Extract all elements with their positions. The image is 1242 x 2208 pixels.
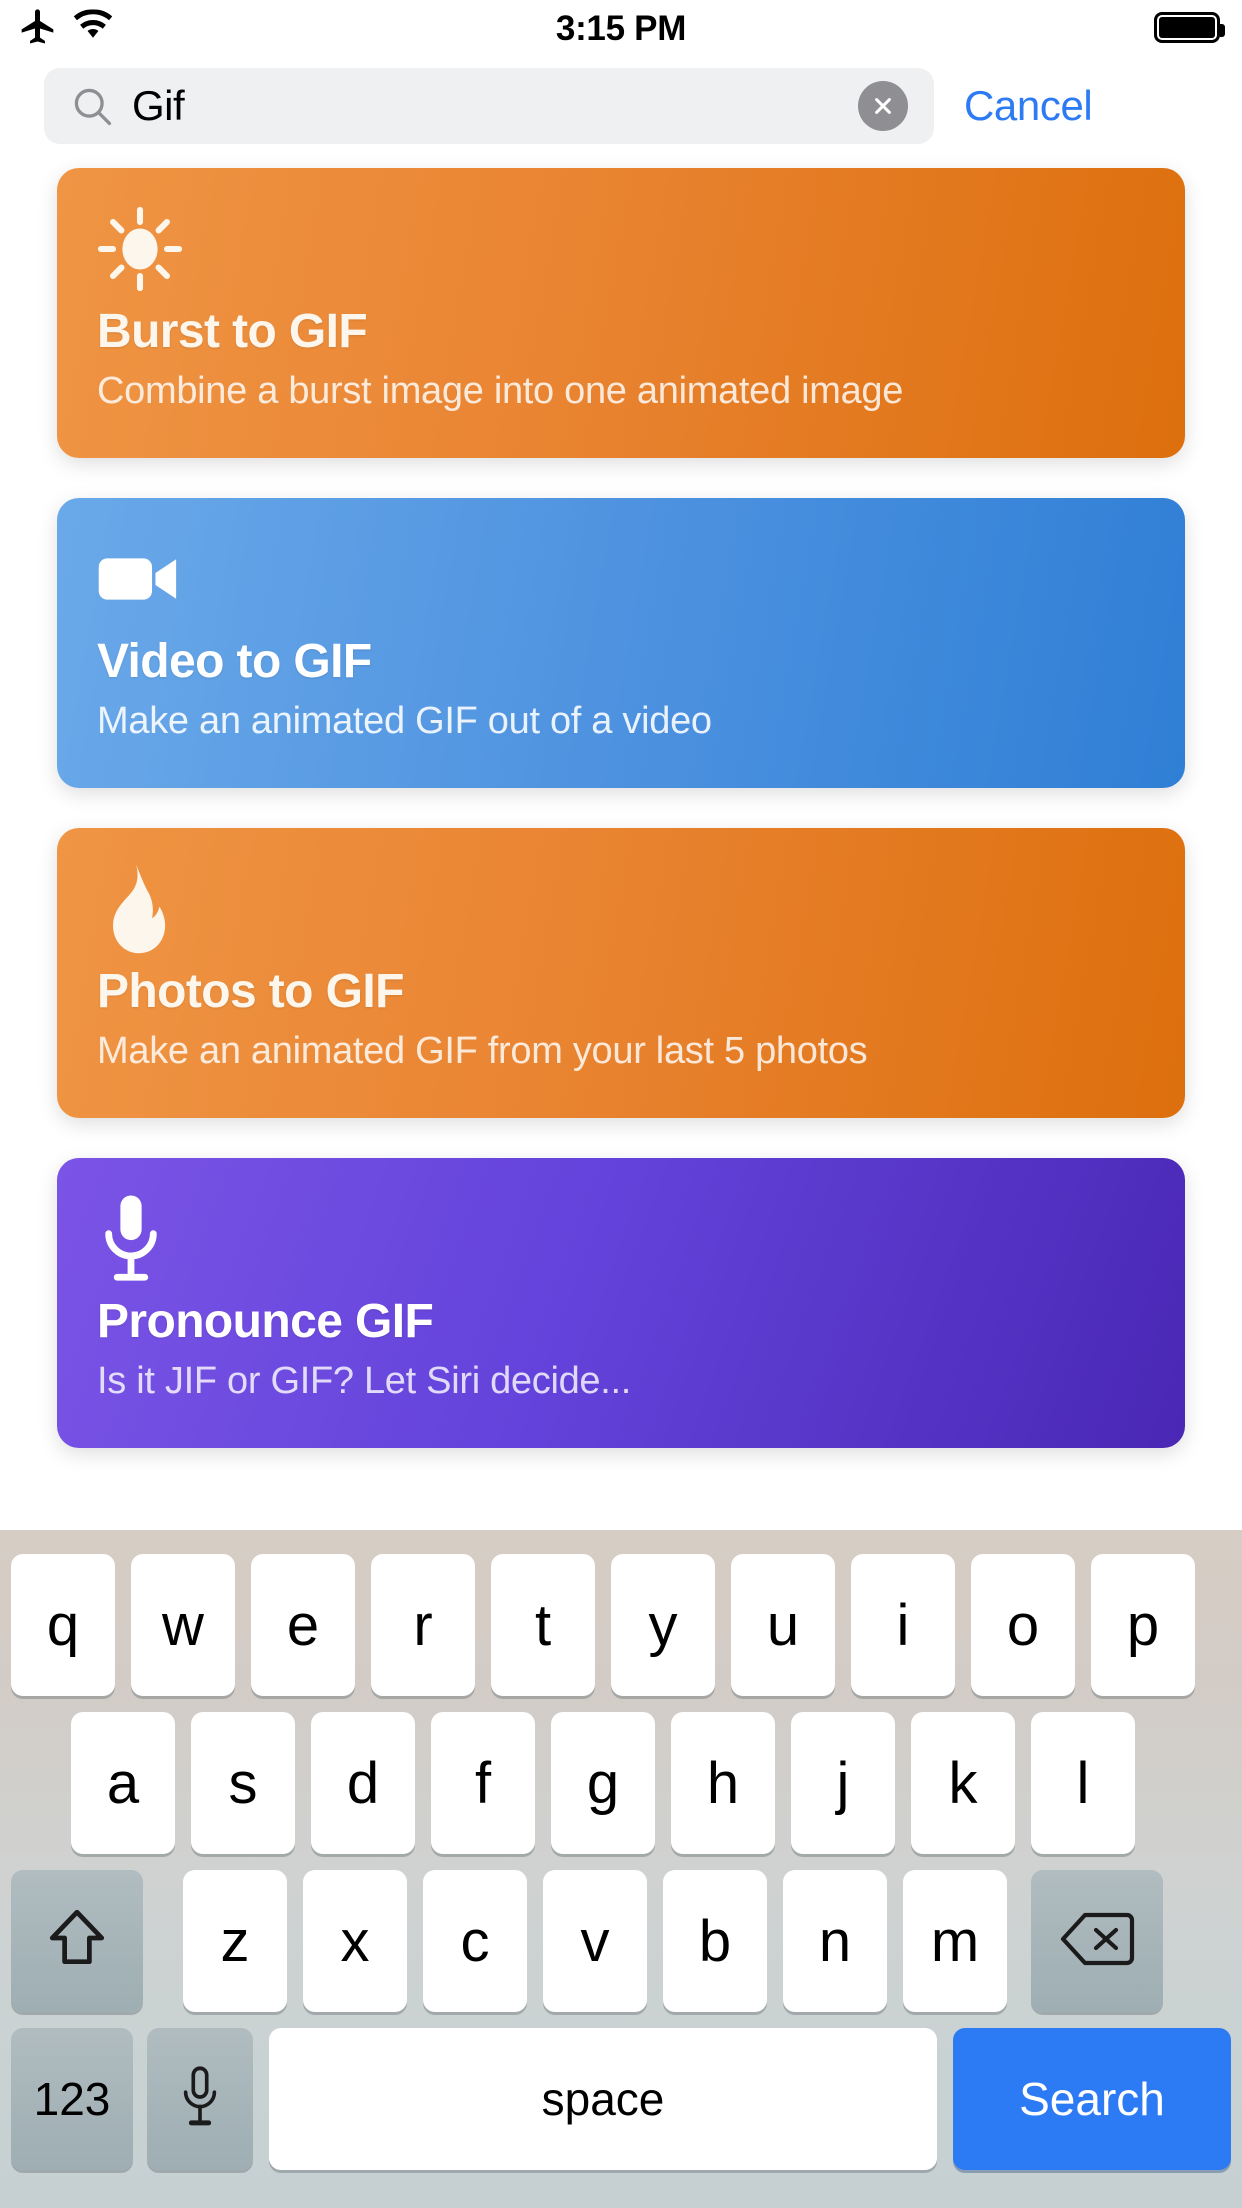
battery-level-fill: [1159, 17, 1215, 38]
result-card-subtitle: Is it JIF or GIF? Let Siri decide...: [97, 1360, 631, 1403]
video-camera-icon: [97, 534, 187, 624]
status-bar-right: [1154, 12, 1220, 43]
result-card-title: Photos to GIF: [97, 964, 404, 1019]
clear-circle-icon[interactable]: [858, 81, 908, 131]
status-bar-center: 3:15 PM: [0, 0, 1242, 58]
cancel-button[interactable]: Cancel: [964, 82, 1092, 130]
key-d[interactable]: d: [311, 1712, 415, 1854]
flame-icon: [97, 864, 187, 954]
status-bar: 3:15 PM: [0, 0, 1242, 58]
backspace-delete-icon: [1059, 1910, 1135, 1973]
key-c[interactable]: c: [423, 1870, 527, 2012]
dictation-key[interactable]: [147, 2028, 253, 2170]
result-card-video-to-gif[interactable]: Video to GIF Make an animated GIF out of…: [57, 498, 1185, 788]
key-i[interactable]: i: [851, 1554, 955, 1696]
key-a[interactable]: a: [71, 1712, 175, 1854]
key-n[interactable]: n: [783, 1870, 887, 2012]
key-l[interactable]: l: [1031, 1712, 1135, 1854]
key-j[interactable]: j: [791, 1712, 895, 1854]
key-t[interactable]: t: [491, 1554, 595, 1696]
key-x[interactable]: x: [303, 1870, 407, 2012]
key-k[interactable]: k: [911, 1712, 1015, 1854]
key-q[interactable]: q: [11, 1554, 115, 1696]
result-card-pronounce-gif[interactable]: Pronounce GIF Is it JIF or GIF? Let Siri…: [57, 1158, 1185, 1448]
search-bar-row: Gif Cancel: [0, 58, 1242, 154]
key-o[interactable]: o: [971, 1554, 1075, 1696]
key-v[interactable]: v: [543, 1870, 647, 2012]
result-card-title: Pronounce GIF: [97, 1294, 433, 1349]
shift-key[interactable]: [11, 1870, 143, 2012]
key-z[interactable]: z: [183, 1870, 287, 2012]
backspace-key[interactable]: [1031, 1870, 1163, 2012]
result-card-subtitle: Make an animated GIF out of a video: [97, 700, 712, 743]
result-card-title: Burst to GIF: [97, 304, 367, 359]
key-s[interactable]: s: [191, 1712, 295, 1854]
keyboard-row-3: z x c v b n m: [0, 1870, 1242, 2012]
numbers-key[interactable]: 123: [11, 2028, 133, 2170]
key-p[interactable]: p: [1091, 1554, 1195, 1696]
key-r[interactable]: r: [371, 1554, 475, 1696]
status-bar-clock: 3:15 PM: [556, 9, 686, 49]
key-y[interactable]: y: [611, 1554, 715, 1696]
battery-full-icon: [1154, 12, 1220, 43]
key-e[interactable]: e: [251, 1554, 355, 1696]
search-return-key[interactable]: Search: [953, 2028, 1231, 2170]
result-card-title: Video to GIF: [97, 634, 372, 689]
microphone-icon: [97, 1194, 187, 1284]
onscreen-keyboard: q w e r t y u i o p a s d f g h j k l: [0, 1530, 1242, 2208]
search-icon: [70, 84, 114, 128]
keyboard-row-1: q w e r t y u i o p: [0, 1554, 1242, 1696]
keyboard-row-4: 123 space Search: [0, 2028, 1242, 2170]
key-h[interactable]: h: [671, 1712, 775, 1854]
keyboard-row-2: a s d f g h j k l: [0, 1712, 1242, 1854]
search-input[interactable]: Gif: [44, 68, 934, 144]
search-results-list: Burst to GIF Combine a burst image into …: [0, 160, 1242, 1530]
battery-cap: [1220, 24, 1225, 37]
result-card-subtitle: Make an animated GIF from your last 5 ph…: [97, 1030, 867, 1073]
search-input-value: Gif: [132, 82, 184, 130]
key-g[interactable]: g: [551, 1712, 655, 1854]
key-m[interactable]: m: [903, 1870, 1007, 2012]
result-card-photos-to-gif[interactable]: Photos to GIF Make an animated GIF from …: [57, 828, 1185, 1118]
result-card-subtitle: Combine a burst image into one animated …: [97, 370, 903, 413]
key-u[interactable]: u: [731, 1554, 835, 1696]
iphone-screen: 3:15 PM Gif Can: [0, 0, 1242, 2208]
result-card-burst-to-gif[interactable]: Burst to GIF Combine a burst image into …: [57, 168, 1185, 458]
key-f[interactable]: f: [431, 1712, 535, 1854]
space-key[interactable]: space: [269, 2028, 937, 2170]
sun-icon: [97, 204, 187, 294]
shift-arrow-icon: [46, 1906, 108, 1977]
microphone-icon: [177, 2064, 223, 2135]
key-w[interactable]: w: [131, 1554, 235, 1696]
key-b[interactable]: b: [663, 1870, 767, 2012]
